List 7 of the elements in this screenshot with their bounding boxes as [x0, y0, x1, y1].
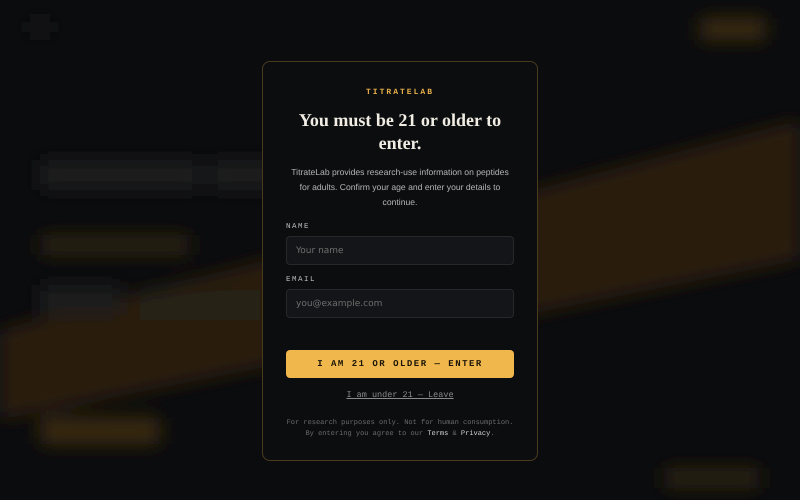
dialog-description: TitrateLab provides research-use information on peptides for adults. Confirm your age and enter your details to continue.	[290, 166, 510, 209]
input-field[interactable]: Your name	[286, 236, 514, 265]
dialog-title: You must be 21 or older to enter.	[298, 109, 502, 155]
brand-name: TITRATELAB	[366, 88, 434, 97]
leave-link[interactable]: I am under 21 — Leave	[346, 390, 454, 400]
input-field[interactable]: you@example.com	[286, 289, 514, 318]
enter-button[interactable]: I AM 21 OR OLDER — ENTER	[286, 350, 514, 378]
